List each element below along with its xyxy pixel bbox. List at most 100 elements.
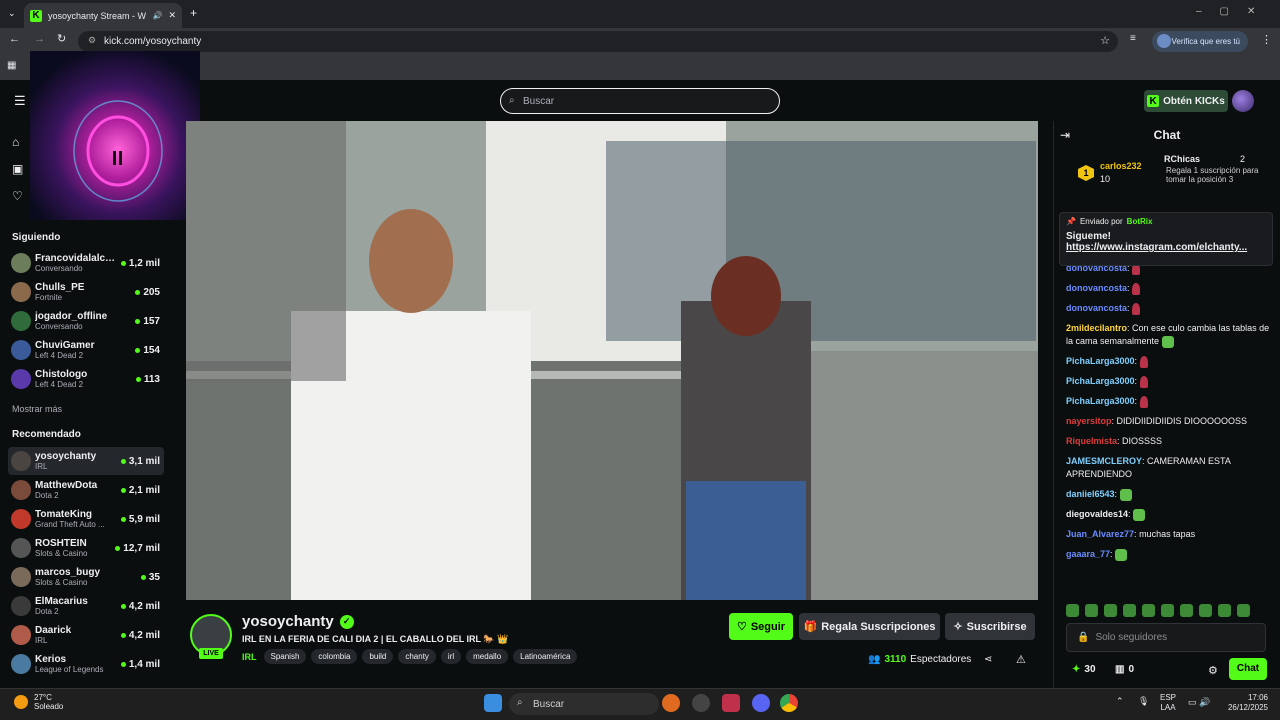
pinned-bot-name[interactable]: BotRix [1127,217,1153,226]
following-heart-icon[interactable]: ♡ [12,189,26,203]
quick-emote-bar[interactable] [1066,602,1266,618]
emote-icon[interactable] [1218,603,1231,617]
emote-icon[interactable] [1104,603,1117,617]
sidebar-channel-roshtein[interactable]: ROSHTEIN Slots & Casino 12,7 mil [8,534,164,562]
back-icon[interactable]: ← [9,33,20,45]
stream-tag[interactable]: irl [440,649,462,664]
discord-icon[interactable] [752,694,770,712]
sidebar-channel-tomateking[interactable]: TomateKing Grand Theft Auto ... 5,9 mil [8,505,164,533]
emote-icon[interactable] [1066,603,1079,617]
sidebar-channel-elmacarius[interactable]: ElMacarius Dota 2 4,2 mil [8,592,164,620]
sidebar-channel-francovidalalca[interactable]: Francovidalalca... Conversando 1,2 mil [8,249,164,277]
chat-username[interactable]: daniiel6543 [1066,489,1115,499]
network-volume-icon[interactable]: ▭ 🔊 [1188,697,1210,708]
chat-username[interactable]: Juan_Alvarez77 [1066,529,1134,539]
system-clock[interactable]: 17:06 26/12/2025 [1212,693,1268,713]
emote-icon[interactable] [1237,603,1250,617]
sidebar-channel-chuvigamer[interactable]: ChuviGamer Left 4 Dead 2 154 [8,336,164,364]
sidebar-channel-yosoychanty[interactable]: yosoychanty IRL 3,1 mil [8,447,164,475]
reload-icon[interactable]: ↻ [57,32,66,45]
chat-username[interactable]: 2mildecilantro [1066,323,1127,333]
tab-close-icon[interactable]: ✕ [168,10,176,21]
sidebar-channel-matthewdota[interactable]: MatthewDota Dota 2 2,1 mil [8,476,164,504]
stream-tag[interactable]: colombia [311,649,358,664]
bookmark-star-icon[interactable]: ☆ [1100,34,1110,47]
chat-username[interactable]: Riquelmista [1066,436,1117,446]
chat-username[interactable]: donovancosta [1066,303,1127,313]
reading-list-icon[interactable]: ≡ [1130,33,1136,44]
app-icon[interactable] [662,694,680,712]
leader1-name[interactable]: carlos232 [1100,161,1142,171]
user-avatar[interactable] [1232,90,1254,112]
emote-icon[interactable] [1123,603,1136,617]
url-input[interactable]: ⚙ kick.com/yosoychanty ☆ [78,31,1118,52]
stream-tag[interactable]: Latinoamérica [513,649,578,664]
chat-username[interactable]: diegovaldes14 [1066,509,1128,519]
browser-tab[interactable]: K yosoychanty Stream - Watch 🔊 ✕ [24,3,182,28]
tab-list-icon[interactable]: ⌄ [8,8,16,19]
sidebar-channel-kerios[interactable]: Kerios League of Legends 1,4 mil [8,650,164,678]
chat-username[interactable]: PichaLarga3000 [1066,396,1135,406]
chat-username[interactable]: PichaLarga3000 [1066,376,1135,386]
chat-coins[interactable]: ▥ 0 [1115,664,1134,675]
send-chat-button[interactable]: Chat [1229,658,1267,680]
picture-in-picture-video[interactable] [30,51,200,220]
sidebar-channel-chistologo[interactable]: Chistologo Left 4 Dead 2 113 [8,365,164,393]
chat-input[interactable]: 🔒 Solo seguidores [1066,623,1266,652]
taskbar-search[interactable]: ⌕ Buscar [509,693,659,715]
chat-settings-icon[interactable]: ⚙ [1208,664,1218,677]
chrome-icon[interactable] [780,694,798,712]
windows-start-icon[interactable] [484,694,502,712]
emote-icon[interactable] [1199,603,1212,617]
app-icon[interactable] [692,694,710,712]
stream-tag[interactable]: Spanish [263,649,307,664]
mic-icon[interactable]: 🎙 [1138,696,1149,706]
follow-button[interactable]: ♡ Seguir [729,613,793,640]
chat-username[interactable]: PichaLarga3000 [1066,356,1135,366]
gift-subs-button[interactable]: 🎁 Regala Suscripciones [799,613,940,640]
video-player[interactable] [186,121,1038,600]
language-indicator[interactable]: ⌃ 🎙 ESP LAA [1116,693,1176,713]
sidebar-channel-daarick[interactable]: Daarick IRL 4,2 mil [8,621,164,649]
weather-widget[interactable]: 27°C Soleado [14,693,63,711]
subscribe-button[interactable]: ✧ Suscribirse [945,613,1035,640]
hamburger-menu-icon[interactable]: ☰ [14,93,26,109]
streamer-name[interactable]: yosoychanty [242,613,334,630]
chat-username[interactable]: gaaara_77 [1066,549,1110,559]
collapse-chat-icon[interactable]: ⇥ [1060,128,1070,142]
leader2-name[interactable]: RChicas [1164,154,1200,164]
pinned-message[interactable]: 📌 Enviado por BotRix Sigueme! https://ww… [1059,212,1273,266]
verify-identity-button[interactable]: Verifica que eres tú [1152,31,1248,52]
chat-username[interactable]: nayersitop [1066,416,1112,426]
forward-icon[interactable]: → [34,33,45,45]
tray-chevron-icon[interactable]: ⌃ [1116,696,1124,706]
stream-tag[interactable]: medallo [466,649,509,664]
search-input[interactable]: ⌕ Buscar [500,88,780,114]
new-tab-icon[interactable]: + [190,6,197,20]
emote-icon[interactable] [1180,603,1193,617]
stream-tag[interactable]: build [362,649,394,664]
chat-username[interactable]: JAMESMCLEROY [1066,456,1142,466]
show-more-link[interactable]: Mostrar más [12,404,62,414]
emote-icon[interactable] [1161,603,1174,617]
get-kicks-button[interactable]: K Obtén KICKs [1144,90,1228,112]
emote-icon[interactable] [1085,603,1098,617]
sidebar-channel-chulls_pe[interactable]: Chulls_PE Fortnite 205 [8,278,164,306]
share-icon[interactable]: ⋖ [984,654,992,665]
apps-grid-icon[interactable]: ▦ [7,60,16,71]
home-icon[interactable]: ⌂ [12,135,26,149]
chat-username[interactable]: donovancosta [1066,283,1127,293]
emote-icon[interactable] [1142,603,1155,617]
pinned-link[interactable]: https://www.instagram.com/elchanty... [1066,242,1266,253]
browse-icon[interactable]: ▣ [12,162,26,176]
stream-tag[interactable]: chanty [398,649,436,664]
window-controls[interactable]: –▢✕ [1196,6,1273,17]
sidebar-channel-marcos_bugy[interactable]: marcos_bugy Slots & Casino 35 [8,563,164,591]
channel-points[interactable]: ✦ 30 [1072,664,1096,675]
app-icon[interactable] [722,694,740,712]
category-link[interactable]: IRL [242,652,257,662]
browser-menu-icon[interactable]: ⋮ [1261,33,1272,46]
sidebar-channel-jogador_offline[interactable]: jogador_offline Conversando 157 [8,307,164,335]
site-info-icon[interactable]: ⚙ [88,35,96,46]
report-icon[interactable]: ⚠ [1016,653,1026,666]
